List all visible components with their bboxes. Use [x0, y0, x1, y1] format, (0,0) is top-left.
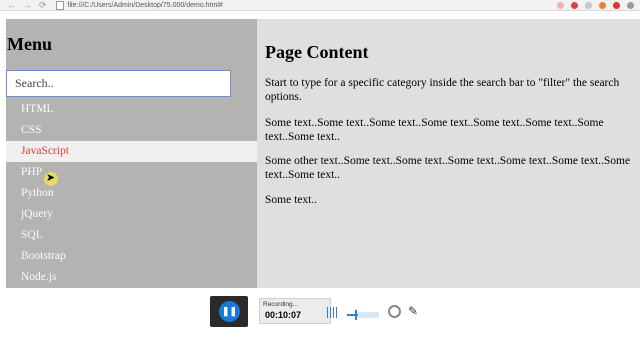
- extension-icons: [557, 0, 634, 10]
- extension-icon[interactable]: [585, 1, 592, 9]
- volume-track: [358, 312, 379, 318]
- search-input[interactable]: [6, 70, 231, 97]
- page-title: Page Content: [265, 42, 369, 62]
- audio-level-icon: [327, 307, 337, 318]
- volume-handle[interactable]: [355, 310, 357, 320]
- paragraph: Some text..Some text..Some text..Some te…: [265, 117, 604, 143]
- pause-button[interactable]: ❚❚: [210, 296, 248, 327]
- pencil-icon[interactable]: ✎: [408, 304, 418, 318]
- extension-icon[interactable]: [613, 1, 620, 9]
- main-content: Page Content Start to type for a specifi…: [257, 19, 640, 288]
- menu-item-bootstrap[interactable]: Bootstrap: [6, 246, 257, 267]
- menu-item-sql[interactable]: SQL: [6, 225, 257, 246]
- recording-status: Recording...: [263, 301, 299, 308]
- back-icon[interactable]: ←: [7, 0, 16, 10]
- page-icon: [55, 0, 64, 10]
- menu-item-jquery[interactable]: jQuery: [6, 204, 257, 225]
- menu-item-html[interactable]: HTML: [6, 99, 257, 120]
- menu-item-python[interactable]: Python: [6, 183, 257, 204]
- extension-icon[interactable]: [557, 1, 564, 9]
- paragraph: Some other text..Some text..Some text..S…: [265, 155, 631, 181]
- webcam-icon[interactable]: [388, 305, 401, 318]
- page: Menu HTML CSS JavaScript PHP Python jQue…: [6, 19, 640, 288]
- pause-icon: ❚❚: [219, 301, 240, 322]
- sidebar-title: Menu: [7, 34, 52, 54]
- block-icon[interactable]: [571, 1, 578, 9]
- forward-icon[interactable]: →: [23, 0, 32, 10]
- sidebar: Menu HTML CSS JavaScript PHP Python jQue…: [6, 19, 257, 288]
- menu-item-nodejs[interactable]: Node.js: [6, 267, 257, 288]
- address-bar[interactable]: file:///C:/Users/Admin/Desktop/75.000/de…: [55, 0, 223, 10]
- volume-slider[interactable]: [347, 310, 379, 320]
- cursor-highlight: ➤: [44, 172, 58, 186]
- extension-icon[interactable]: [599, 1, 606, 9]
- menu-item-css[interactable]: CSS: [6, 120, 257, 141]
- url-text[interactable]: file:///C:/Users/Admin/Desktop/75.000/de…: [68, 2, 223, 9]
- paragraph: Start to type for a specific category in…: [265, 77, 620, 103]
- recording-toolbar: ❚❚ Recording... 00:10:07 ✎: [210, 296, 440, 328]
- recording-status-panel: Recording... 00:10:07: [259, 298, 331, 324]
- browser-toolbar: ← → ⟳ file:///C:/Users/Admin/Desktop/75.…: [0, 0, 640, 11]
- category-menu: HTML CSS JavaScript PHP Python jQuery SQ…: [6, 99, 257, 288]
- menu-item-javascript[interactable]: JavaScript: [6, 141, 257, 162]
- nav-controls: ← → ⟳: [0, 0, 47, 10]
- reload-icon[interactable]: ⟳: [39, 0, 47, 10]
- cursor-icon: ➤: [46, 172, 56, 184]
- menu-icon[interactable]: [627, 1, 634, 9]
- paragraph: Some text..: [265, 194, 318, 206]
- recording-time: 00:10:07: [265, 310, 302, 320]
